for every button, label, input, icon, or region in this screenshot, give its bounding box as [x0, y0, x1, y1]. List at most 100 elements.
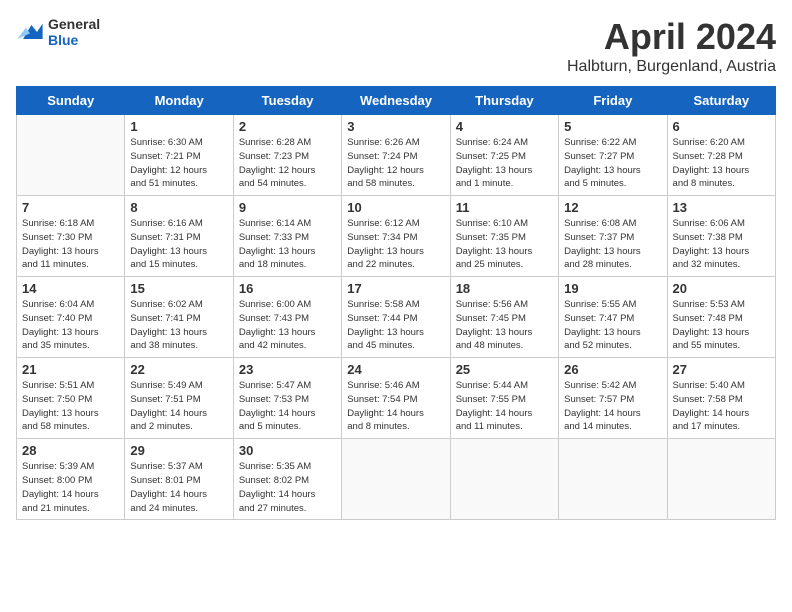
calendar-cell: 5 Sunrise: 6:22 AM Sunset: 7:27 PM Daylig…	[559, 115, 667, 196]
day-number: 1	[130, 119, 227, 134]
day-number: 11	[456, 200, 553, 215]
calendar-cell: 22Sunrise: 5:49 AM Sunset: 7:51 PM Dayli…	[125, 358, 233, 439]
calendar-cell: 1 Sunrise: 6:30 AM Sunset: 7:21 PM Daylig…	[125, 115, 233, 196]
day-info: Sunrise: 6:16 AM Sunset: 7:31 PM Dayligh…	[130, 217, 227, 272]
calendar-cell	[667, 439, 775, 520]
calendar-cell: 27 Sunrise: 5:40 AM Sunset: 7:58 PM Dayli…	[667, 358, 775, 439]
day-info: Sunrise: 6:14 AM Sunset: 7:33 PM Dayligh…	[239, 217, 336, 272]
day-info: Sunrise: 5:53 AM Sunset: 7:48 PM Dayligh…	[673, 298, 770, 353]
day-number: 2	[239, 119, 336, 134]
day-info: Sunrise: 6:22 AM Sunset: 7:27 PM Dayligh…	[564, 136, 661, 191]
calendar-cell: 11 Sunrise: 6:10 AM Sunset: 7:35 PM Dayli…	[450, 196, 558, 277]
calendar-week-4: 21 Sunrise: 5:51 AM Sunset: 7:50 PM Dayli…	[17, 358, 776, 439]
day-number: 5	[564, 119, 661, 134]
day-number: 27	[673, 362, 770, 377]
day-number: 4	[456, 119, 553, 134]
day-info: Sunrise: 5:46 AM Sunset: 7:54 PM Dayligh…	[347, 379, 444, 434]
day-number: 12	[564, 200, 661, 215]
day-number: 22	[130, 362, 227, 377]
day-info: Sunrise: 5:42 AM Sunset: 7:57 PM Dayligh…	[564, 379, 661, 434]
day-number: 24	[347, 362, 444, 377]
title-area: April 2024 Halbturn, Burgenland, Austria	[567, 16, 776, 76]
day-number: 20	[673, 281, 770, 296]
logo: General Blue	[16, 16, 100, 48]
day-info: Sunrise: 6:26 AM Sunset: 7:24 PM Dayligh…	[347, 136, 444, 191]
calendar-week-5: 28Sunrise: 5:39 AM Sunset: 8:00 PM Dayli…	[17, 439, 776, 520]
day-info: Sunrise: 6:00 AM Sunset: 7:43 PM Dayligh…	[239, 298, 336, 353]
calendar-cell: 4 Sunrise: 6:24 AM Sunset: 7:25 PM Daylig…	[450, 115, 558, 196]
calendar-cell: 15Sunrise: 6:02 AM Sunset: 7:41 PM Dayli…	[125, 277, 233, 358]
weekday-header-sunday: Sunday	[17, 87, 125, 115]
weekday-header-wednesday: Wednesday	[342, 87, 450, 115]
logo-icon	[16, 18, 44, 46]
day-number: 10	[347, 200, 444, 215]
weekday-header-tuesday: Tuesday	[233, 87, 341, 115]
day-info: Sunrise: 5:56 AM Sunset: 7:45 PM Dayligh…	[456, 298, 553, 353]
day-info: Sunrise: 6:30 AM Sunset: 7:21 PM Dayligh…	[130, 136, 227, 191]
day-number: 16	[239, 281, 336, 296]
day-info: Sunrise: 6:18 AM Sunset: 7:30 PM Dayligh…	[22, 217, 119, 272]
logo-general: General	[48, 16, 100, 32]
day-number: 14	[22, 281, 119, 296]
day-info: Sunrise: 6:04 AM Sunset: 7:40 PM Dayligh…	[22, 298, 119, 353]
day-number: 6	[673, 119, 770, 134]
calendar-cell: 3Sunrise: 6:26 AM Sunset: 7:24 PM Daylig…	[342, 115, 450, 196]
calendar-cell: 23 Sunrise: 5:47 AM Sunset: 7:53 PM Dayli…	[233, 358, 341, 439]
calendar-cell: 25Sunrise: 5:44 AM Sunset: 7:55 PM Dayli…	[450, 358, 558, 439]
weekday-header-friday: Friday	[559, 87, 667, 115]
day-number: 26	[564, 362, 661, 377]
day-info: Sunrise: 6:28 AM Sunset: 7:23 PM Dayligh…	[239, 136, 336, 191]
calendar-cell: 9Sunrise: 6:14 AM Sunset: 7:33 PM Daylig…	[233, 196, 341, 277]
day-number: 23	[239, 362, 336, 377]
day-info: Sunrise: 6:10 AM Sunset: 7:35 PM Dayligh…	[456, 217, 553, 272]
day-info: Sunrise: 5:58 AM Sunset: 7:44 PM Dayligh…	[347, 298, 444, 353]
day-info: Sunrise: 6:24 AM Sunset: 7:25 PM Dayligh…	[456, 136, 553, 191]
day-info: Sunrise: 5:47 AM Sunset: 7:53 PM Dayligh…	[239, 379, 336, 434]
calendar-cell: 12 Sunrise: 6:08 AM Sunset: 7:37 PM Dayli…	[559, 196, 667, 277]
day-info: Sunrise: 5:55 AM Sunset: 7:47 PM Dayligh…	[564, 298, 661, 353]
calendar-cell	[559, 439, 667, 520]
calendar-cell: 6Sunrise: 6:20 AM Sunset: 7:28 PM Daylig…	[667, 115, 775, 196]
day-info: Sunrise: 5:37 AM Sunset: 8:01 PM Dayligh…	[130, 460, 227, 515]
location-title: Halbturn, Burgenland, Austria	[567, 58, 776, 76]
day-info: Sunrise: 6:08 AM Sunset: 7:37 PM Dayligh…	[564, 217, 661, 272]
weekday-row: SundayMondayTuesdayWednesdayThursdayFrid…	[17, 87, 776, 115]
page-header: General Blue April 2024 Halbturn, Burgen…	[16, 16, 776, 76]
calendar-cell: 7 Sunrise: 6:18 AM Sunset: 7:30 PM Daylig…	[17, 196, 125, 277]
calendar-header: SundayMondayTuesdayWednesdayThursdayFrid…	[17, 87, 776, 115]
day-number: 21	[22, 362, 119, 377]
day-number: 18	[456, 281, 553, 296]
day-info: Sunrise: 5:35 AM Sunset: 8:02 PM Dayligh…	[239, 460, 336, 515]
calendar-cell: 21 Sunrise: 5:51 AM Sunset: 7:50 PM Dayli…	[17, 358, 125, 439]
day-info: Sunrise: 6:02 AM Sunset: 7:41 PM Dayligh…	[130, 298, 227, 353]
day-info: Sunrise: 5:39 AM Sunset: 8:00 PM Dayligh…	[22, 460, 119, 515]
day-number: 17	[347, 281, 444, 296]
calendar-cell: 16 Sunrise: 6:00 AM Sunset: 7:43 PM Dayli…	[233, 277, 341, 358]
calendar-cell: 26 Sunrise: 5:42 AM Sunset: 7:57 PM Dayli…	[559, 358, 667, 439]
calendar-cell: 13 Sunrise: 6:06 AM Sunset: 7:38 PM Dayli…	[667, 196, 775, 277]
weekday-header-monday: Monday	[125, 87, 233, 115]
calendar-cell: 14 Sunrise: 6:04 AM Sunset: 7:40 PM Dayli…	[17, 277, 125, 358]
calendar-cell: 18 Sunrise: 5:56 AM Sunset: 7:45 PM Dayli…	[450, 277, 558, 358]
logo-text: General Blue	[48, 16, 100, 48]
day-info: Sunrise: 6:06 AM Sunset: 7:38 PM Dayligh…	[673, 217, 770, 272]
day-info: Sunrise: 6:12 AM Sunset: 7:34 PM Dayligh…	[347, 217, 444, 272]
day-info: Sunrise: 5:44 AM Sunset: 7:55 PM Dayligh…	[456, 379, 553, 434]
calendar-cell: 8 Sunrise: 6:16 AM Sunset: 7:31 PM Daylig…	[125, 196, 233, 277]
calendar-week-3: 14 Sunrise: 6:04 AM Sunset: 7:40 PM Dayli…	[17, 277, 776, 358]
calendar-table: SundayMondayTuesdayWednesdayThursdayFrid…	[16, 86, 776, 520]
calendar-cell: 17 Sunrise: 5:58 AM Sunset: 7:44 PM Dayli…	[342, 277, 450, 358]
day-number: 19	[564, 281, 661, 296]
day-number: 8	[130, 200, 227, 215]
day-info: Sunrise: 5:40 AM Sunset: 7:58 PM Dayligh…	[673, 379, 770, 434]
day-info: Sunrise: 5:51 AM Sunset: 7:50 PM Dayligh…	[22, 379, 119, 434]
month-title: April 2024	[567, 16, 776, 58]
weekday-header-saturday: Saturday	[667, 87, 775, 115]
weekday-header-thursday: Thursday	[450, 87, 558, 115]
day-number: 13	[673, 200, 770, 215]
calendar-cell: 28Sunrise: 5:39 AM Sunset: 8:00 PM Dayli…	[17, 439, 125, 520]
calendar-cell	[450, 439, 558, 520]
calendar-cell: 30Sunrise: 5:35 AM Sunset: 8:02 PM Dayli…	[233, 439, 341, 520]
calendar-week-2: 7 Sunrise: 6:18 AM Sunset: 7:30 PM Daylig…	[17, 196, 776, 277]
day-number: 7	[22, 200, 119, 215]
